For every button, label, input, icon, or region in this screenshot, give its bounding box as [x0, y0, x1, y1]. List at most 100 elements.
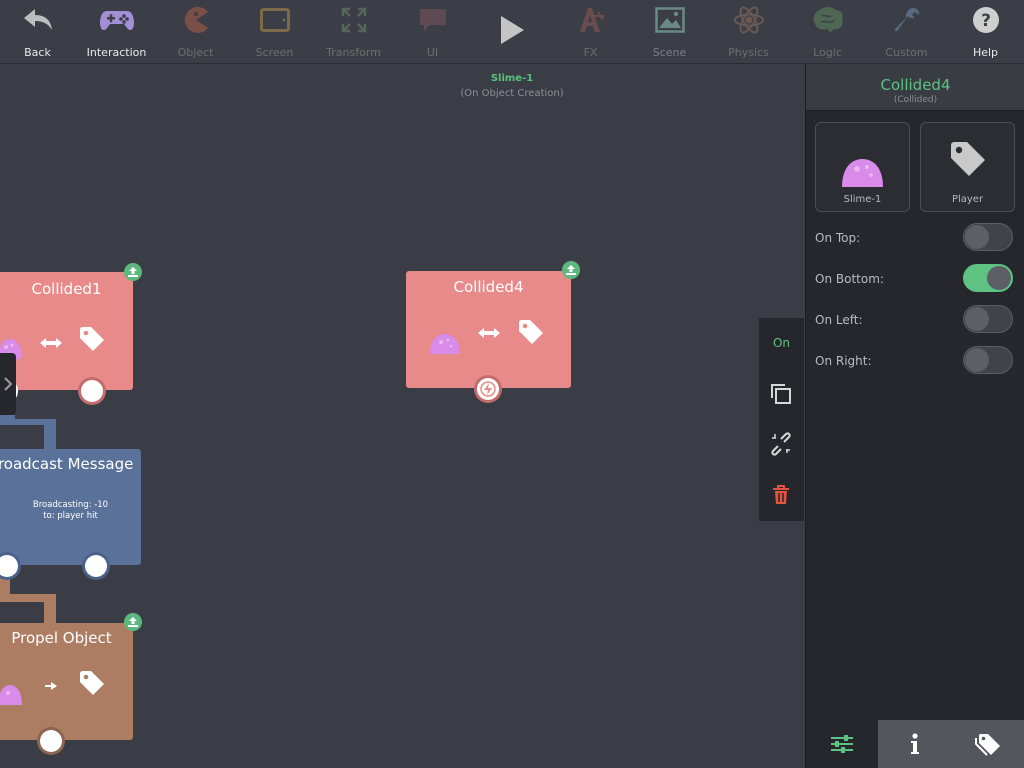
collided4-title: Collided4 [453, 278, 524, 296]
ui-button[interactable]: UI [393, 0, 472, 63]
help-label: Help [972, 46, 999, 59]
broadcast-target: to: player hit [43, 511, 98, 521]
tag-card-label: Player [951, 194, 984, 205]
on-toggle-label[interactable]: On [759, 336, 804, 350]
on-bottom-label: On Bottom: [815, 272, 884, 286]
right-arrow-icon [45, 682, 57, 690]
lightning-icon [480, 381, 496, 397]
propel-output-port[interactable] [40, 730, 62, 752]
duplicate-icon[interactable] [770, 383, 792, 405]
play-button[interactable] [472, 0, 551, 63]
collided4-upload-icon[interactable] [562, 261, 580, 279]
svg-text:?: ? [981, 11, 991, 31]
propel-object-node[interactable]: Propel Object [0, 623, 133, 740]
help-icon: ? [946, 6, 1024, 34]
collided1-node[interactable]: Collided1 [0, 272, 133, 390]
broadcast-message-node[interactable]: Broadcast Message Broadcasting: -10 to: … [0, 449, 141, 565]
custom-label: Custom [885, 46, 928, 59]
on-right-label: On Right: [815, 354, 872, 368]
on-top-toggle[interactable] [963, 223, 1013, 251]
slime-icon [0, 685, 22, 705]
scene-label: Scene [652, 46, 687, 59]
fx-label: FX [583, 46, 598, 59]
wire-collided-broadcast-v [44, 419, 56, 449]
toggle-knob [965, 307, 989, 331]
tags-icon [975, 734, 1000, 756]
tag-icon [80, 327, 104, 351]
transform-label: Transform [326, 46, 381, 59]
on-left-toggle[interactable] [963, 305, 1013, 333]
logic-button[interactable]: Logic [788, 0, 867, 63]
interaction-label: Interaction [86, 46, 147, 59]
on-bottom-toggle[interactable] [963, 264, 1013, 292]
custom-button[interactable]: Custom [867, 0, 946, 63]
atom-icon [709, 6, 788, 34]
collided1-output-port[interactable] [81, 380, 103, 402]
propel-title: Propel Object [11, 629, 112, 647]
slime-icon [430, 334, 460, 354]
tag-card-player[interactable]: Player [920, 122, 1015, 212]
propel-upload-icon[interactable] [124, 613, 142, 631]
expand-arrows-icon [314, 6, 393, 34]
object-button[interactable]: Object [156, 0, 235, 63]
logic-label: Logic [813, 46, 842, 59]
toggle-knob [987, 266, 1011, 290]
speech-bubble-icon [393, 6, 472, 34]
brain-icon [788, 6, 867, 34]
broadcast-title: Broadcast Message [0, 455, 134, 473]
collided4-trigger-port[interactable] [477, 378, 499, 400]
wrench-icon [867, 6, 946, 34]
physics-label: Physics [728, 46, 769, 59]
object-card-slime[interactable]: Slime-1 [815, 122, 910, 212]
pacman-icon [156, 6, 235, 34]
collision-arrows-icon [40, 338, 62, 348]
on-right-toggle[interactable] [963, 346, 1013, 374]
tablet-icon [235, 6, 314, 34]
tag-icon [951, 142, 985, 176]
toggle-knob [965, 348, 989, 372]
screen-label: Screen [255, 46, 294, 59]
tag-icon [519, 320, 543, 344]
collision-arrows-icon [478, 328, 500, 338]
physics-button[interactable]: Physics [709, 0, 788, 63]
collided4-node[interactable]: Collided4 [406, 271, 571, 388]
panel-tab-bar [806, 720, 1024, 768]
unlink-icon[interactable] [769, 432, 793, 456]
object-label: Object [177, 46, 214, 59]
panel-title: Collided4 [880, 76, 951, 94]
screen-button[interactable]: Screen [235, 0, 314, 63]
slime-icon [842, 159, 883, 187]
tab-info[interactable] [878, 720, 951, 768]
scene-title: Slime-1 [490, 73, 534, 84]
info-icon [910, 733, 919, 754]
scene-button[interactable]: Scene [630, 0, 709, 63]
ui-label: UI [426, 46, 439, 59]
interaction-button[interactable]: Interaction [77, 0, 156, 63]
on-left-label: On Left: [815, 313, 863, 327]
help-button[interactable]: ? Help [946, 0, 1024, 63]
wire-broadcast-propel-v [44, 594, 56, 624]
back-button[interactable]: Back [0, 0, 77, 63]
transform-button[interactable]: Transform [314, 0, 393, 63]
properties-panel: Collided4 (Collided) Slime-1 Player On T… [805, 64, 1024, 768]
trash-icon[interactable] [772, 485, 790, 505]
node-action-bar: On [759, 318, 804, 521]
toggle-knob [965, 225, 989, 249]
back-label: Back [24, 46, 51, 59]
panel-subtitle: (Collided) [893, 95, 938, 105]
tab-tags[interactable] [951, 720, 1024, 768]
chevron-right-icon [4, 377, 13, 391]
panel-header: Collided4 (Collided) [806, 64, 1024, 111]
side-drawer-handle[interactable] [0, 353, 16, 415]
logic-canvas[interactable]: Slime-1 (On Object Creation) Collided1 C… [0, 64, 804, 768]
tab-settings[interactable] [806, 720, 878, 768]
fx-button[interactable]: FX [551, 0, 630, 63]
gamepad-icon [77, 6, 156, 34]
on-top-label: On Top: [815, 231, 861, 245]
collided1-upload-icon[interactable] [124, 263, 142, 281]
tag-icon [80, 671, 104, 695]
broadcast-output-port[interactable] [85, 555, 107, 577]
back-arrow-icon [0, 6, 77, 34]
fx-icon [551, 6, 630, 34]
scene-subtitle: (On Object Creation) [460, 88, 564, 99]
